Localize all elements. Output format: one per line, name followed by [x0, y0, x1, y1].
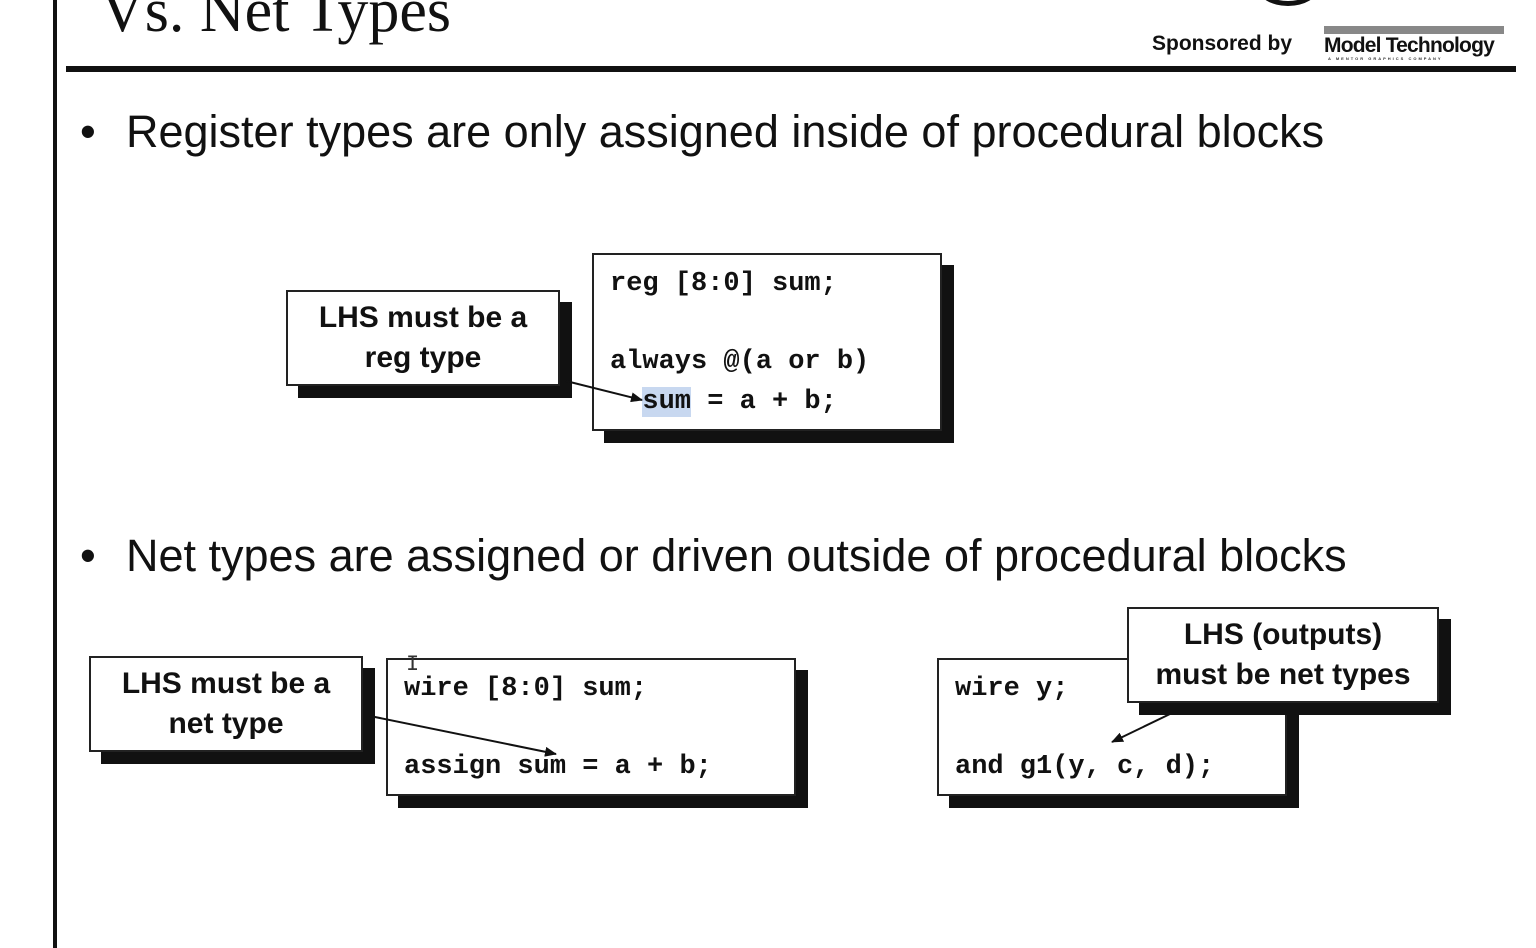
- logo-name: Model Technology: [1324, 34, 1495, 57]
- reg-code-line1: reg [8:0] sum;: [610, 269, 837, 299]
- reg-code-indent: [610, 387, 642, 417]
- bullet-text: Net types are assigned or driven outside…: [126, 530, 1347, 581]
- reg-code-line2: always @(a or b): [610, 347, 870, 377]
- reg-code-line3: sum = a + b;: [610, 387, 837, 417]
- sponsor-label: Sponsored by: [1152, 32, 1293, 55]
- gate-code-line2: and g1(y, c, d);: [955, 752, 1215, 782]
- bullet-text: Register types are only assigned inside …: [126, 106, 1325, 157]
- reg-code-target-highlight: sum: [642, 387, 692, 417]
- slide-left-border: [53, 0, 57, 948]
- net-code-box: wire [8:0] sum; assign sum = a + b;: [386, 658, 796, 796]
- logo-subtitle: A MENTOR GRAPHICS COMPANY: [1328, 56, 1443, 61]
- reg-code-rest: = a + b;: [691, 387, 837, 417]
- slide-title: Vs. Net Types: [100, 0, 451, 45]
- title-rule: [66, 66, 1516, 72]
- reg-note-line2: reg type: [364, 341, 482, 374]
- net-code-line2: assign sum = a + b;: [404, 752, 712, 782]
- logo-mark-icon: [1258, 0, 1318, 6]
- gate-note-callout: LHS (outputs) must be net types: [1127, 607, 1439, 703]
- sponsor-logo: Model Technology A MENTOR GRAPHICS COMPA…: [1324, 26, 1504, 66]
- net-note-line2: net type: [168, 707, 284, 740]
- net-note-line1: LHS must be a: [121, 667, 331, 700]
- bullet-dot: •: [80, 530, 96, 581]
- bullet-register-types: • Register types are only assigned inside…: [80, 106, 1324, 158]
- logo-bar: [1324, 26, 1504, 34]
- bullet-dot: •: [80, 106, 96, 157]
- gate-code-line1: wire y;: [955, 674, 1069, 704]
- net-code-line1: wire [8:0] sum;: [404, 674, 648, 704]
- text-cursor-icon: I: [406, 652, 420, 677]
- net-note-callout: LHS must be a net type: [89, 656, 363, 752]
- reg-note-callout: LHS must be a reg type: [286, 290, 560, 386]
- gate-note-line1: LHS (outputs): [1183, 618, 1383, 651]
- gate-note-line2: must be net types: [1155, 658, 1411, 691]
- bullet-net-types: • Net types are assigned or driven outsid…: [80, 530, 1347, 582]
- reg-code-box: reg [8:0] sum; always @(a or b) sum = a …: [592, 253, 942, 431]
- reg-note-line1: LHS must be a: [318, 301, 528, 334]
